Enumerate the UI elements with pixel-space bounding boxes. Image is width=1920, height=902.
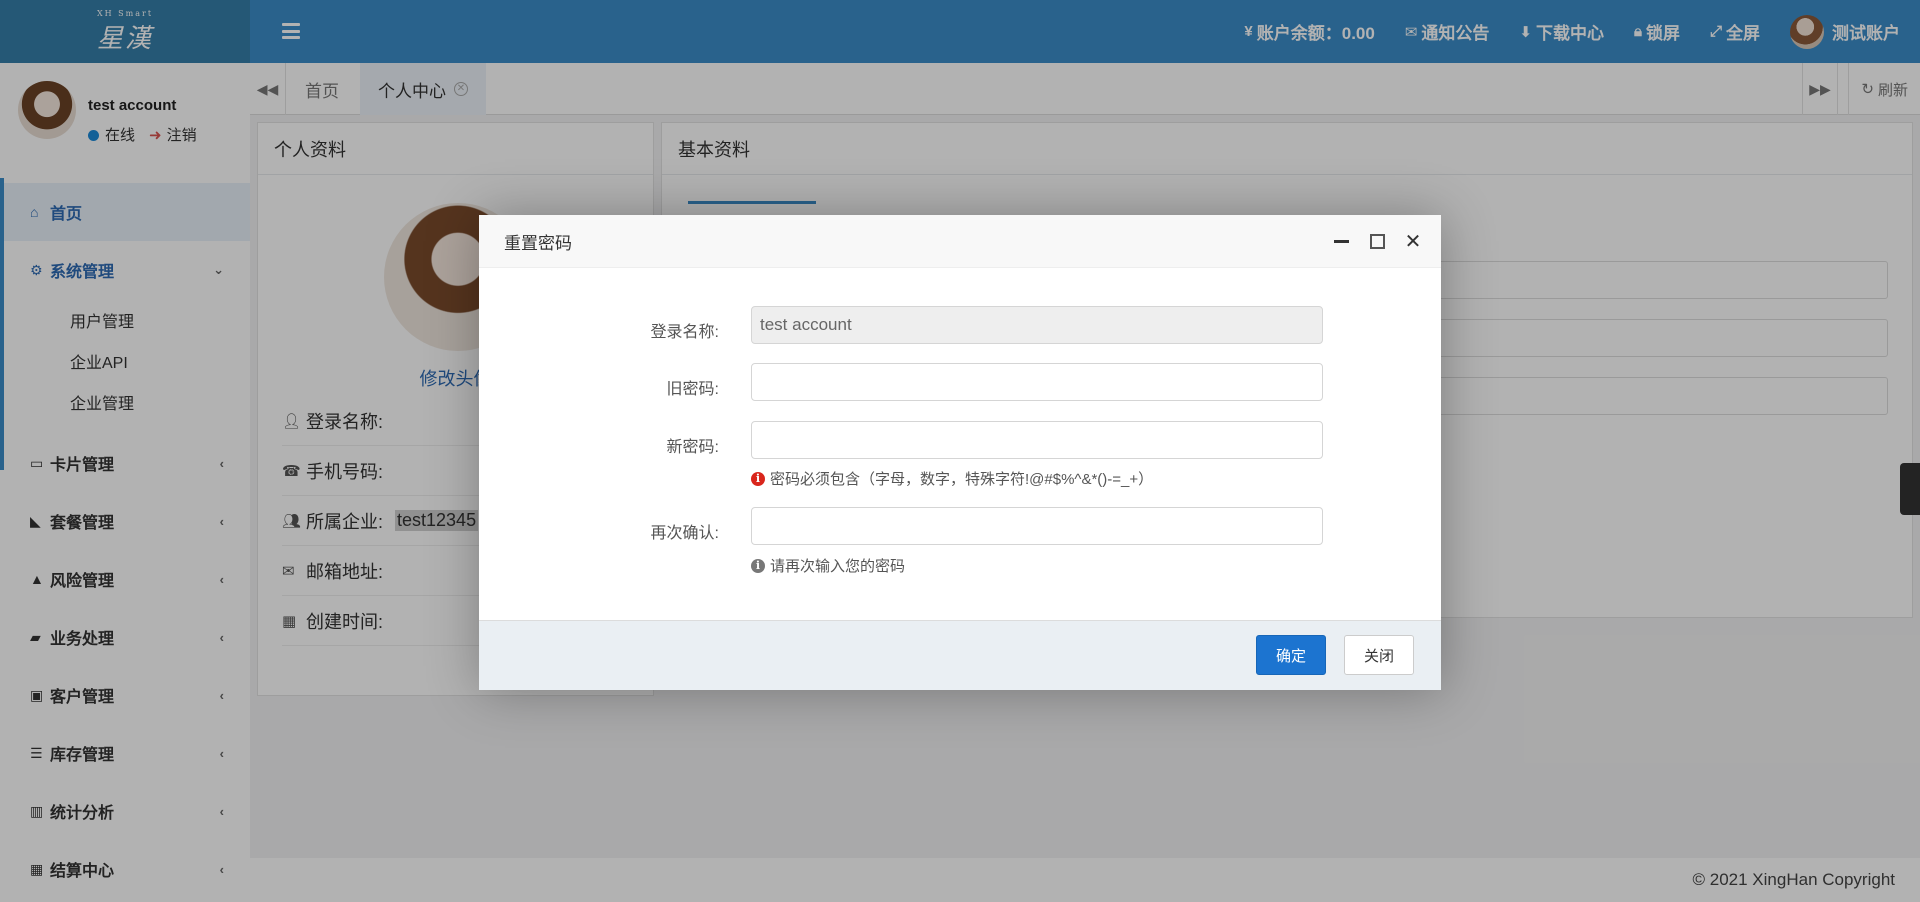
confirm-password-field[interactable] xyxy=(751,507,1323,545)
maximize-icon[interactable] xyxy=(1367,232,1387,252)
dialog-title: 重置密码 xyxy=(504,233,572,253)
new-password-field[interactable] xyxy=(751,421,1323,459)
close-icon[interactable]: ✕ xyxy=(1403,231,1423,253)
dialog-footer: 确定 关闭 xyxy=(479,620,1441,690)
login-name-field[interactable] xyxy=(751,306,1323,344)
dialog-header: 重置密码 ✕ xyxy=(479,215,1441,268)
info-icon: i xyxy=(751,471,765,486)
confirm-button[interactable]: 确定 xyxy=(1256,635,1326,675)
new-password-hint: i 密码必须包含（字母，数字，特殊字符!@#$%^&*()-=_+） xyxy=(751,468,1153,489)
confirm-password-hint: i 请再次输入您的密码 xyxy=(751,555,905,576)
minimize-icon[interactable] xyxy=(1331,232,1351,252)
old-password-label: 旧密码: xyxy=(666,381,719,398)
login-name-label: 登录名称: xyxy=(650,324,719,341)
reset-password-dialog: 重置密码 ✕ 登录名称: 旧密码: 新密码: i密码必须包含（字母，数字，特殊字… xyxy=(479,215,1441,690)
close-button[interactable]: 关闭 xyxy=(1344,635,1414,675)
info-icon: i xyxy=(751,558,765,573)
confirm-password-label: 再次确认: xyxy=(650,525,719,542)
old-password-field[interactable] xyxy=(751,363,1323,401)
dialog-body: 登录名称: 旧密码: 新密码: i密码必须包含（字母，数字，特殊字符!@#$%^… xyxy=(479,268,1441,620)
new-password-label: 新密码: xyxy=(666,439,719,456)
